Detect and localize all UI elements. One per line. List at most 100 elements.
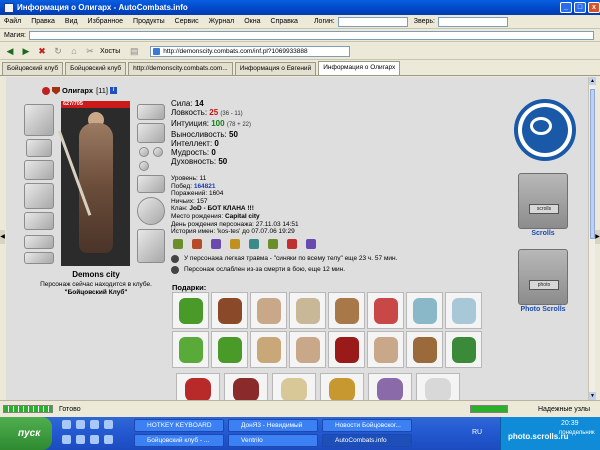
gift-item[interactable]	[289, 292, 326, 329]
menu-view[interactable]: Вид	[65, 18, 78, 25]
scroll-thumb[interactable]	[590, 89, 595, 239]
gift-item[interactable]	[250, 331, 287, 368]
start-button[interactable]: пуск	[0, 417, 52, 450]
forward-icon[interactable]: ▶	[20, 45, 32, 57]
quicklaunch-icon[interactable]	[104, 435, 113, 444]
amulet-slot[interactable]	[137, 123, 165, 143]
photo-scrolls-link[interactable]: Photo Scrolls	[500, 306, 586, 313]
shield-slot[interactable]	[137, 197, 165, 225]
tab-info-evgeniy[interactable]: Информация о Евгений	[234, 62, 317, 75]
tab-info-oligarkh[interactable]: Информация о Олигарх	[318, 61, 401, 75]
task-ventrilo[interactable]: Ventrilo	[228, 434, 318, 447]
belt-slot[interactable]	[24, 212, 54, 230]
gloves-slot[interactable]	[137, 175, 165, 193]
tab-demonscity-url[interactable]: http://demonscity.combats.com...	[128, 62, 233, 75]
menu-windows[interactable]: Окна	[244, 18, 260, 25]
ring1-slot[interactable]	[139, 147, 149, 157]
menu-history[interactable]: Журнал	[209, 18, 235, 25]
menu-service[interactable]: Сервис	[175, 18, 199, 25]
gift-item[interactable]	[445, 331, 482, 368]
quicklaunch-icon[interactable]	[90, 435, 99, 444]
menu-help[interactable]: Справка	[270, 18, 297, 25]
menu-file[interactable]: Файл	[4, 18, 21, 25]
gift-item[interactable]	[367, 292, 404, 329]
badge-icon[interactable]	[211, 239, 221, 249]
beast-field[interactable]	[437, 16, 508, 27]
home-icon[interactable]: ⌂	[68, 45, 80, 57]
scroll-up-icon[interactable]: ▲	[589, 77, 596, 85]
gift-item[interactable]	[368, 373, 412, 400]
badge-icon[interactable]	[230, 239, 240, 249]
quicklaunch-icon[interactable]	[90, 420, 99, 429]
scroll-down-icon[interactable]: ▼	[589, 392, 596, 400]
tab-fight-club-2[interactable]: Бойцовский клуб	[65, 62, 127, 75]
badge-icon[interactable]	[249, 239, 259, 249]
task-fight-club[interactable]: Бойцовский клуб - ...	[134, 434, 224, 447]
gift-item[interactable]	[250, 292, 287, 329]
gift-item[interactable]	[289, 331, 326, 368]
ring3-slot[interactable]	[139, 161, 149, 171]
vertical-scrollbar[interactable]: ▲ ▼	[588, 77, 596, 400]
gift-item[interactable]	[328, 292, 365, 329]
badge-icon[interactable]	[306, 239, 316, 249]
magic-field[interactable]	[29, 31, 594, 40]
task-donya3[interactable]: ДонЯ3 - Невидимый	[228, 419, 318, 432]
gift-item[interactable]	[320, 373, 364, 400]
boots-right-slot[interactable]	[137, 229, 165, 263]
right-panel-toggle-icon[interactable]: ▶	[595, 230, 600, 244]
gift-item[interactable]	[416, 373, 460, 400]
left-panel-toggle-icon[interactable]: ◀	[0, 230, 5, 244]
tab-fight-club-1[interactable]: Бойцовский клуб	[2, 62, 64, 75]
login-field[interactable]	[337, 16, 408, 27]
info-icon[interactable]: i	[110, 87, 118, 94]
gift-item[interactable]	[172, 331, 209, 368]
task-fight-club-news[interactable]: Новости Бойцовског...	[322, 419, 412, 432]
close-button[interactable]: x	[588, 2, 600, 13]
task-hotkey-keyboard[interactable]: HOTKEY KEYBOARD	[134, 419, 224, 432]
address-input[interactable]: http://demonscity.combats.com/inf.pl?106…	[150, 45, 351, 57]
task-autocombats[interactable]: AutoCombats.info	[322, 434, 412, 447]
earrings-slot[interactable]	[137, 104, 165, 120]
hosts-button[interactable]: Хосты	[100, 48, 120, 55]
quicklaunch-icon[interactable]	[76, 435, 85, 444]
pants-slot[interactable]	[24, 235, 54, 249]
quicklaunch-icon[interactable]	[62, 420, 71, 429]
menu-products[interactable]: Продукты	[133, 18, 165, 25]
page-icon[interactable]: ▤	[128, 45, 140, 57]
language-indicator[interactable]: RU	[472, 429, 482, 436]
badge-icon[interactable]	[192, 239, 202, 249]
minimize-button[interactable]: _	[560, 2, 572, 13]
clock[interactable]: 20:39	[561, 420, 579, 427]
stop-icon[interactable]: ✖	[36, 45, 48, 57]
gift-item[interactable]	[328, 331, 365, 368]
tools-icon[interactable]: ✂	[84, 45, 96, 57]
badge-icon[interactable]	[287, 239, 297, 249]
armor-slot[interactable]	[24, 183, 54, 209]
back-icon[interactable]: ◀	[4, 45, 16, 57]
badge-icon[interactable]	[268, 239, 278, 249]
ring2-slot[interactable]	[153, 147, 163, 157]
menu-edit[interactable]: Правка	[31, 18, 55, 25]
quicklaunch-icon[interactable]	[104, 420, 113, 429]
gift-item[interactable]	[367, 331, 404, 368]
clan-link[interactable]: JoD - БОТ КЛАНА !!!	[189, 205, 253, 212]
quicklaunch-icon[interactable]	[62, 435, 71, 444]
gift-item[interactable]	[172, 292, 209, 329]
menu-favorites[interactable]: Избранное	[88, 18, 123, 25]
gift-item[interactable]	[445, 292, 482, 329]
gift-item[interactable]	[211, 292, 248, 329]
gift-item[interactable]	[211, 331, 248, 368]
scrolls-link[interactable]: Scrolls	[500, 230, 586, 237]
gift-item[interactable]	[406, 331, 443, 368]
helmet-slot[interactable]	[24, 104, 54, 136]
maximize-button[interactable]: □	[574, 2, 586, 13]
photo-scrolls-button[interactable]: photo	[518, 249, 568, 305]
clan-emblem[interactable]	[514, 99, 576, 161]
quicklaunch-icon[interactable]	[76, 420, 85, 429]
scrolls-button[interactable]: scrolls	[518, 173, 568, 229]
gift-item[interactable]	[224, 373, 268, 400]
weapon-slot[interactable]	[24, 160, 54, 180]
badge-icon[interactable]	[173, 239, 183, 249]
gift-item[interactable]	[176, 373, 220, 400]
gift-item[interactable]	[406, 292, 443, 329]
